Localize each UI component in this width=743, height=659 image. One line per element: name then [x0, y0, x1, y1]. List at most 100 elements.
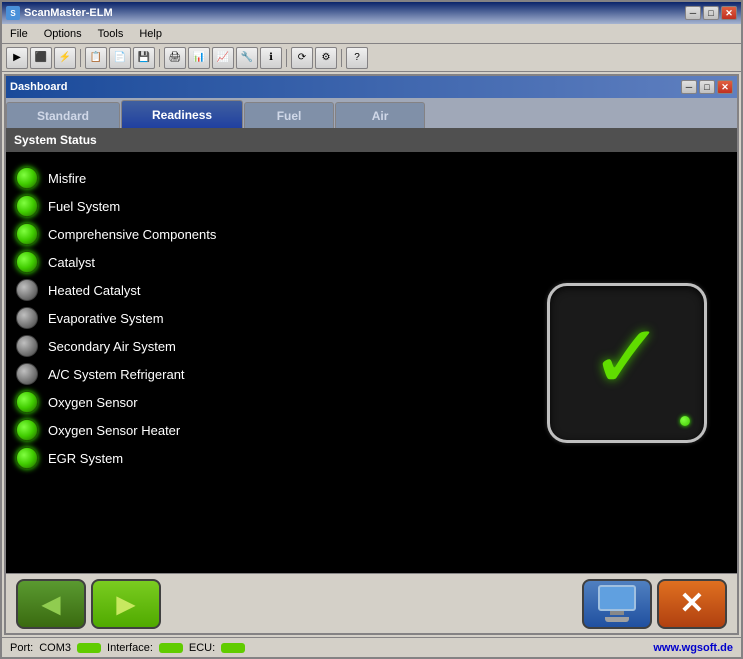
main-content: Misfire Fuel System Comprehensive Compon…: [6, 152, 737, 573]
dashboard-title-buttons: ─ □ ✕: [681, 80, 733, 94]
port-indicator: [77, 643, 101, 653]
item-label-comprehensive: Comprehensive Components: [48, 227, 216, 242]
toolbar-btn-13[interactable]: ⚙: [315, 47, 337, 69]
item-label-misfire: Misfire: [48, 171, 86, 186]
toolbar-btn-7[interactable]: 🖨: [164, 47, 186, 69]
list-item: Misfire: [16, 167, 517, 189]
check-dot: [680, 416, 690, 426]
status-indicator-misfire: [16, 167, 38, 189]
interface-indicator: [159, 643, 183, 653]
list-item: Oxygen Sensor Heater: [16, 419, 517, 441]
item-label-ac: A/C System Refrigerant: [48, 367, 185, 382]
status-bar-left: Port: COM3 Interface: ECU:: [10, 642, 245, 654]
monitor-button[interactable]: [582, 579, 652, 629]
website-link[interactable]: www.wgsoft.de: [653, 642, 733, 654]
menu-options[interactable]: Options: [40, 26, 86, 42]
minimize-button[interactable]: ─: [685, 6, 701, 20]
bottom-toolbar: ◄ ► ✕: [6, 573, 737, 633]
item-label-catalyst: Catalyst: [48, 255, 95, 270]
tabs-bar: Standard Readiness Fuel Air: [6, 98, 737, 128]
exit-button[interactable]: ✕: [657, 579, 727, 629]
toolbar-btn-10[interactable]: 🔧: [236, 47, 258, 69]
list-item: Evaporative System: [16, 307, 517, 329]
status-indicator-oxygen-sensor: [16, 391, 38, 413]
monitor-screen: [598, 585, 636, 611]
toolbar-btn-2[interactable]: ⬛: [30, 47, 52, 69]
ecu-label: ECU:: [189, 642, 215, 654]
list-item: EGR System: [16, 447, 517, 469]
list-item: Comprehensive Components: [16, 223, 517, 245]
list-item: Heated Catalyst: [16, 279, 517, 301]
status-indicator-egr: [16, 447, 38, 469]
toolbar-separator-2: [159, 49, 160, 67]
toolbar-separator-4: [341, 49, 342, 67]
forward-arrow-icon: ►: [110, 588, 142, 620]
toolbar-btn-6[interactable]: 💾: [133, 47, 155, 69]
list-item: Oxygen Sensor: [16, 391, 517, 413]
app-icon: S: [6, 6, 20, 20]
status-indicator-heated-catalyst: [16, 279, 38, 301]
check-panel: ✓: [527, 162, 727, 563]
dashboard-maximize-button[interactable]: □: [699, 80, 715, 94]
title-buttons: ─ □ ✕: [685, 6, 737, 20]
toolbar-separator-1: [80, 49, 81, 67]
toolbar-btn-14[interactable]: ?: [346, 47, 368, 69]
status-indicator-catalyst: [16, 251, 38, 273]
tab-readiness[interactable]: Readiness: [121, 100, 243, 128]
close-button[interactable]: ✕: [721, 6, 737, 20]
menu-bar: File Options Tools Help: [2, 24, 741, 44]
status-bar: Port: COM3 Interface: ECU: www.wgsoft.de: [2, 637, 741, 657]
item-label-secondary-air: Secondary Air System: [48, 339, 176, 354]
menu-file[interactable]: File: [6, 26, 32, 42]
action-buttons: ✕: [582, 579, 727, 629]
menu-help[interactable]: Help: [135, 26, 166, 42]
toolbar-btn-4[interactable]: 📋: [85, 47, 107, 69]
back-arrow-icon: ◄: [35, 588, 67, 620]
toolbar-btn-8[interactable]: 📊: [188, 47, 210, 69]
item-label-egr: EGR System: [48, 451, 123, 466]
interface-label: Interface:: [107, 642, 153, 654]
toolbar-btn-9[interactable]: 📈: [212, 47, 234, 69]
back-button[interactable]: ◄: [16, 579, 86, 629]
port-label: Port:: [10, 642, 33, 654]
dashboard-close-button[interactable]: ✕: [717, 80, 733, 94]
toolbar: ▶ ⬛ ⚡ 📋 📄 💾 🖨 📊 📈 🔧 ℹ ⟳ ⚙ ?: [2, 44, 741, 72]
list-item: Secondary Air System: [16, 335, 517, 357]
check-box: ✓: [547, 283, 707, 443]
exit-icon: ✕: [679, 589, 704, 619]
item-label-heated-catalyst: Heated Catalyst: [48, 283, 141, 298]
system-status-label: System Status: [14, 133, 97, 147]
toolbar-btn-1[interactable]: ▶: [6, 47, 28, 69]
system-status-header: System Status: [6, 128, 737, 152]
list-item: A/C System Refrigerant: [16, 363, 517, 385]
checkmark-icon: ✓: [589, 313, 664, 403]
dashboard-minimize-button[interactable]: ─: [681, 80, 697, 94]
status-indicator-evaporative: [16, 307, 38, 329]
toolbar-btn-3[interactable]: ⚡: [54, 47, 76, 69]
toolbar-btn-12[interactable]: ⟳: [291, 47, 313, 69]
item-label-fuel-system: Fuel System: [48, 199, 120, 214]
status-indicator-fuel-system: [16, 195, 38, 217]
forward-button[interactable]: ►: [91, 579, 161, 629]
status-indicator-oxygen-heater: [16, 419, 38, 441]
toolbar-btn-11[interactable]: ℹ: [260, 47, 282, 69]
maximize-button[interactable]: □: [703, 6, 719, 20]
list-item: Fuel System: [16, 195, 517, 217]
monitor-icon: [598, 585, 636, 622]
dashboard-title-bar: Dashboard ─ □ ✕: [6, 76, 737, 98]
toolbar-btn-5[interactable]: 📄: [109, 47, 131, 69]
app-title: ScanMaster-ELM: [24, 7, 113, 19]
item-label-oxygen-sensor: Oxygen Sensor: [48, 395, 138, 410]
items-list: Misfire Fuel System Comprehensive Compon…: [16, 162, 517, 563]
menu-tools[interactable]: Tools: [94, 26, 128, 42]
status-indicator-secondary-air: [16, 335, 38, 357]
list-item: Catalyst: [16, 251, 517, 273]
status-indicator-ac: [16, 363, 38, 385]
tab-fuel[interactable]: Fuel: [244, 102, 334, 128]
tab-standard[interactable]: Standard: [6, 102, 120, 128]
app-title-bar: S ScanMaster-ELM ─ □ ✕: [2, 2, 741, 24]
monitor-base: [605, 617, 629, 622]
outer-window: S ScanMaster-ELM ─ □ ✕ File Options Tool…: [0, 0, 743, 659]
tab-air[interactable]: Air: [335, 102, 425, 128]
dashboard-title: Dashboard: [10, 81, 67, 93]
